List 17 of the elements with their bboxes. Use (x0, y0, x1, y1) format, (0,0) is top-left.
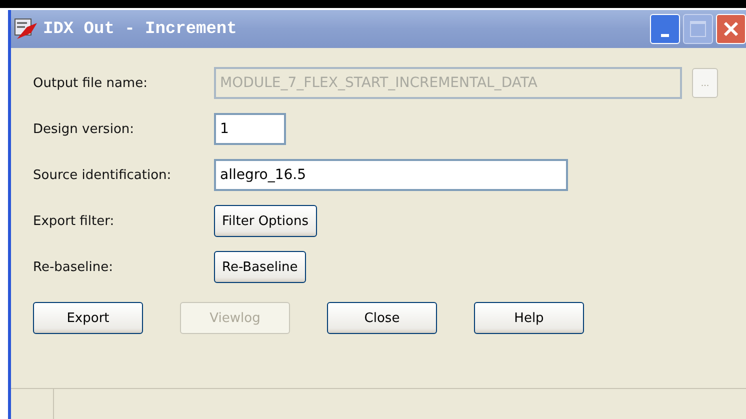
field-label: Export filter: (33, 212, 116, 230)
window-title: IDX Out - Increment (43, 20, 238, 38)
field-label: Output file name: (33, 74, 148, 92)
action-button[interactable]: Export (33, 302, 143, 334)
input-field[interactable]: allegro_16.5 (214, 159, 568, 191)
field-label: Source identification: (33, 166, 172, 184)
field-label: Re-baseline: (33, 258, 114, 276)
input-field[interactable]: 1 (214, 113, 286, 145)
close-button[interactable] (716, 14, 746, 44)
option-button[interactable]: Filter Options (214, 205, 316, 237)
app-icon (13, 17, 39, 41)
action-button[interactable]: Help (474, 302, 584, 334)
minimize-button[interactable] (650, 14, 680, 44)
action-button[interactable]: Close (327, 302, 437, 334)
field-label: Design version: (33, 120, 136, 138)
option-button[interactable]: Re-Baseline (214, 251, 306, 283)
close-icon (722, 20, 740, 38)
